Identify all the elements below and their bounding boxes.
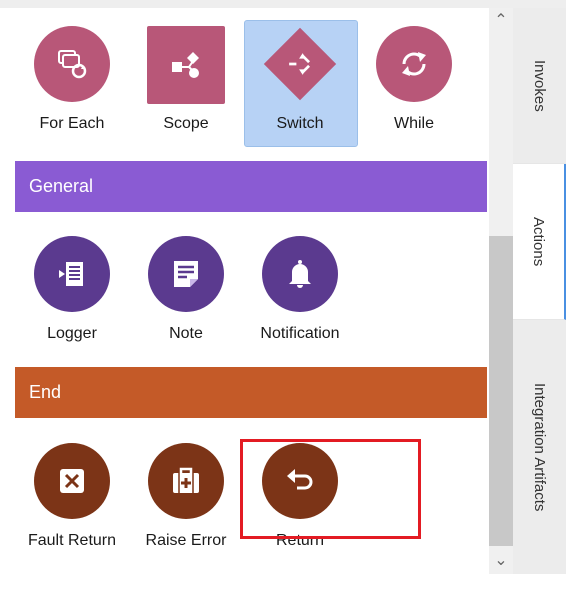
tab-invokes-label: Invokes (531, 59, 548, 112)
tab-actions-label: Actions (530, 216, 547, 267)
tab-integration-artifacts[interactable]: Integration Artifacts (513, 320, 566, 574)
tab-integration-artifacts-label: Integration Artifacts (531, 382, 548, 512)
palette-item-for-each[interactable]: For Each (22, 20, 122, 140)
switch-label: Switch (276, 115, 324, 132)
scope-icon (147, 26, 225, 104)
palette-item-notification[interactable]: Notification (250, 230, 350, 350)
switch-icon (262, 26, 338, 102)
section-header-end[interactable]: End (15, 367, 487, 418)
scope-label: Scope (163, 115, 209, 132)
logger-label: Logger (47, 325, 97, 342)
while-label: While (393, 115, 434, 132)
logger-icon (34, 236, 110, 312)
palette-item-fault-return[interactable]: Fault Return (22, 437, 122, 557)
side-tabs: Invokes Actions Integration Artifacts (513, 8, 566, 574)
end-title: End (29, 382, 62, 402)
for-each-label: For Each (39, 115, 105, 132)
palette-item-switch[interactable]: Switch (250, 20, 350, 140)
notification-bell-icon (262, 236, 338, 312)
chevron-up-icon: ⌃ (494, 12, 508, 29)
return-label: Return (275, 532, 325, 549)
scroll-down-button[interactable]: ⌄ (489, 548, 513, 572)
actions-palette: For Each Scope Switch While General Logg… (0, 8, 489, 574)
raise-error-label: Raise Error (145, 532, 227, 549)
top-strip (0, 0, 566, 8)
note-label: Note (169, 325, 203, 342)
raise-error-icon (148, 443, 224, 519)
fault-return-label: Fault Return (27, 532, 117, 549)
scroll-thumb[interactable] (489, 236, 513, 546)
palette-item-while[interactable]: While (364, 20, 464, 140)
palette-scrollbar[interactable]: ⌃ ⌄ (489, 8, 513, 574)
while-icon (376, 26, 452, 102)
chevron-down-icon: ⌄ (494, 552, 508, 569)
window-edge (566, 0, 587, 610)
palette-item-scope[interactable]: Scope (136, 20, 236, 140)
bottom-strip (0, 574, 566, 610)
palette-item-return[interactable]: Return (250, 437, 350, 557)
palette-item-raise-error[interactable]: Raise Error (136, 437, 236, 557)
note-icon (148, 236, 224, 312)
palette-item-note[interactable]: Note (136, 230, 236, 350)
return-arrow-icon (262, 443, 338, 519)
tab-actions[interactable]: Actions (513, 164, 566, 320)
notification-label: Notification (260, 325, 340, 342)
general-title: General (29, 176, 94, 196)
fault-return-icon (34, 443, 110, 519)
for-each-icon (34, 26, 110, 102)
scroll-up-button[interactable]: ⌃ (489, 8, 513, 32)
tab-invokes[interactable]: Invokes (513, 8, 566, 164)
palette-item-logger[interactable]: Logger (22, 230, 122, 350)
section-header-general[interactable]: General (15, 161, 487, 212)
